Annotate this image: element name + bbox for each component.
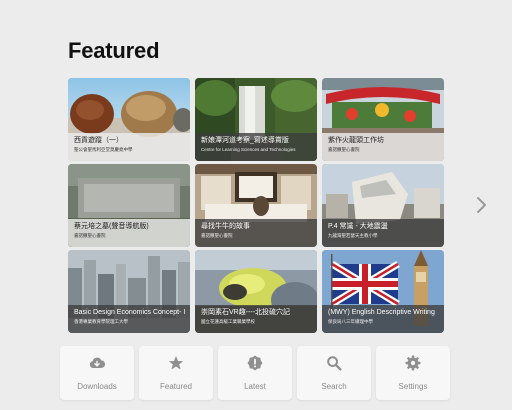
tab-label: Downloads: [77, 382, 117, 391]
cloud-download-icon: [89, 357, 105, 369]
card-subtitle: 嘉諾撒聖心書院: [201, 233, 233, 238]
card-title: P.4 常識 - 大地震盪: [328, 223, 388, 230]
tour-card[interactable]: 新娘潭河道考察_寫述導賞版 Centre for Learning Scienc…: [195, 78, 317, 161]
card-title: 紫作火龍頭工作坊: [328, 137, 384, 144]
card-title: (MWY) English Descriptive Writing: [328, 309, 435, 316]
card-subtitle: 九龍灣聖若瑟天主教小學: [328, 233, 378, 238]
card-caption: Basic Design Economics Concept- II 香港專業教…: [68, 305, 190, 333]
tab-featured[interactable]: Featured: [139, 346, 213, 400]
card-caption: 新娘潭河道考察_寫述導賞版 Centre for Learning Scienc…: [195, 133, 317, 161]
card-title: Basic Design Economics Concept- II: [74, 309, 185, 316]
card-subtitle: 嘉諾撒聖心書院: [74, 233, 106, 238]
tour-card[interactable]: (MWY) English Descriptive Writing 保良局八三年…: [322, 250, 444, 333]
card-caption: (MWY) English Descriptive Writing 保良局八三年…: [322, 305, 444, 333]
card-caption: 西貢遊蹤（一） 聖公會聖馬利亞堂莫慶堯中學: [68, 133, 190, 161]
card-title: 崇岡素石VR趣----北投硫穴記: [201, 309, 291, 316]
card-title: 尋找牛牛的故事: [201, 223, 250, 230]
tab-label: Settings: [398, 382, 428, 391]
featured-grid: 西貢遊蹤（一） 聖公會聖馬利亞堂莫慶堯中學 新娘潭河道考察_寫述導賞版 Cent…: [68, 78, 444, 333]
tab-label: Latest: [244, 382, 266, 391]
chevron-right-icon[interactable]: [476, 196, 488, 214]
exclamation-icon: [247, 355, 263, 371]
featured-page: Featured 西貢遊蹤（一） 聖公會聖馬利亞堂莫慶堯中學 新娘潭河道考察_寫…: [0, 0, 512, 410]
card-title: 西貢遊蹤（一）: [74, 137, 123, 144]
tab-label: Featured: [159, 382, 193, 391]
gear-icon: [405, 355, 421, 371]
tour-card[interactable]: 蔡元培之墓(聲音導航版) 嘉諾撒聖心書院: [68, 164, 190, 247]
card-subtitle: 國立花蓮高級工業職業學校: [201, 319, 255, 324]
tab-label: Search: [321, 382, 347, 391]
card-caption: 蔡元培之墓(聲音導航版) 嘉諾撒聖心書院: [68, 219, 190, 247]
tour-card[interactable]: 崇岡素石VR趣----北投硫穴記 國立花蓮高級工業職業學校: [195, 250, 317, 333]
search-icon: [327, 356, 342, 371]
tour-card[interactable]: P.4 常識 - 大地震盪 九龍灣聖若瑟天主教小學: [322, 164, 444, 247]
tour-card[interactable]: 紫作火龍頭工作坊 嘉諾撒聖心書院: [322, 78, 444, 161]
tab-downloads[interactable]: Downloads: [60, 346, 134, 400]
tab-search[interactable]: Search: [297, 346, 371, 400]
tab-bar: Downloads Featured Latest Search Setting…: [60, 346, 452, 400]
card-subtitle: 嘉諾撒聖心書院: [328, 147, 360, 152]
card-title: 蔡元培之墓(聲音導航版): [74, 223, 149, 230]
card-caption: 尋找牛牛的故事 嘉諾撒聖心書院: [195, 219, 317, 247]
card-caption: 紫作火龍頭工作坊 嘉諾撒聖心書院: [322, 133, 444, 161]
tour-card[interactable]: Basic Design Economics Concept- II 香港專業教…: [68, 250, 190, 333]
tour-card[interactable]: 尋找牛牛的故事 嘉諾撒聖心書院: [195, 164, 317, 247]
star-icon: [168, 356, 184, 370]
card-subtitle: 聖公會聖馬利亞堂莫慶堯中學: [74, 147, 133, 152]
tab-settings[interactable]: Settings: [376, 346, 450, 400]
page-title: Featured: [68, 38, 160, 63]
card-subtitle: 香港專業教育學院理工大學: [74, 319, 128, 324]
tab-latest[interactable]: Latest: [218, 346, 292, 400]
card-subtitle: 保良局八三年總理中學: [328, 319, 373, 324]
tour-card[interactable]: 西貢遊蹤（一） 聖公會聖馬利亞堂莫慶堯中學: [68, 78, 190, 161]
card-caption: 崇岡素石VR趣----北投硫穴記 國立花蓮高級工業職業學校: [195, 305, 317, 333]
card-subtitle: Centre for Learning Sciences and Technol…: [201, 147, 296, 152]
card-title: 新娘潭河道考察_寫述導賞版: [201, 137, 289, 144]
card-caption: P.4 常識 - 大地震盪 九龍灣聖若瑟天主教小學: [322, 219, 444, 247]
